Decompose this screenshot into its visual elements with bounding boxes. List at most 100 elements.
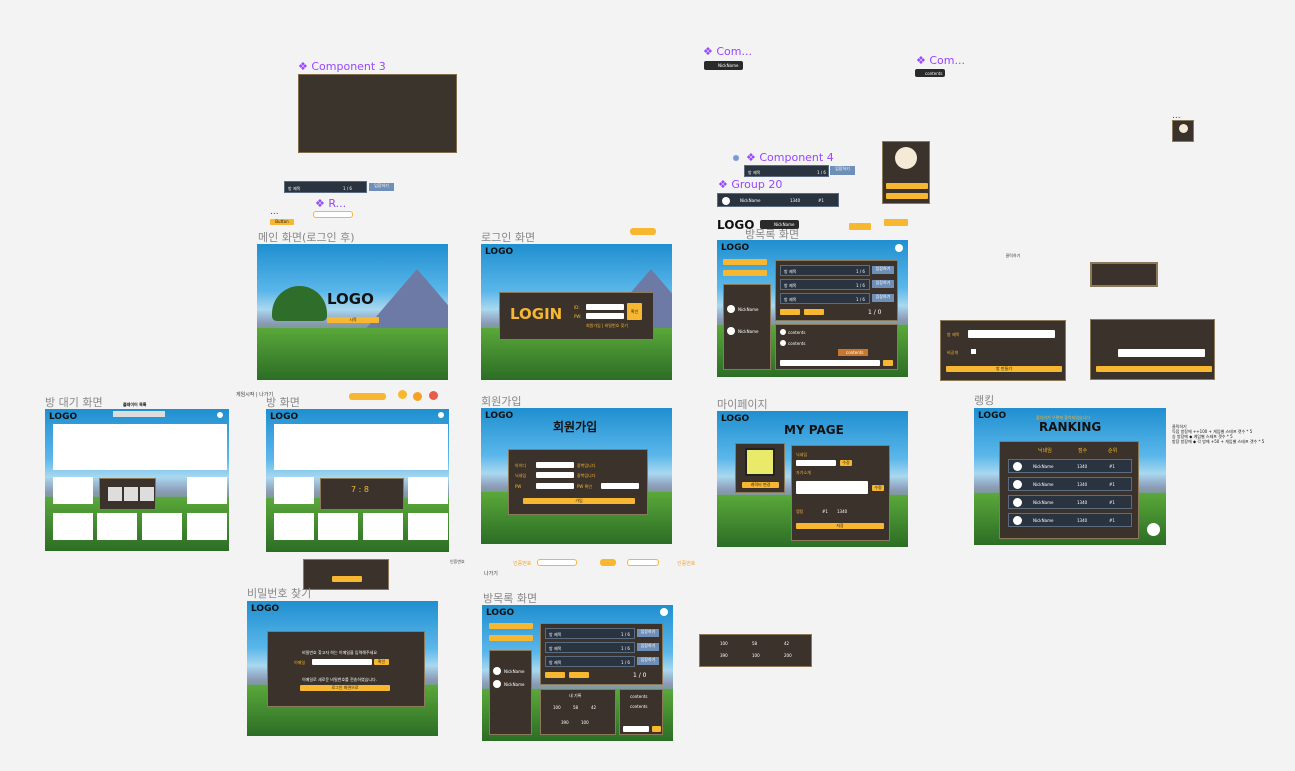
ranking-panel: 닉네임 점수 순위 NickName 1340 #1 NickName 1340 #1 … — [999, 441, 1139, 539]
profile-dot[interactable] — [438, 412, 444, 418]
room-list-btn-2[interactable] — [723, 270, 767, 276]
stats-wins: 100 — [720, 641, 728, 646]
find-pw-back-button[interactable]: 로그인 화면으로 — [300, 685, 390, 691]
group-20-row: NickName 1340 #1 — [717, 193, 839, 207]
outline-button-sample[interactable] — [313, 211, 353, 218]
nickname-chip: NickName — [704, 61, 743, 70]
code-input-2[interactable] — [627, 559, 659, 566]
gb-user-panel: NickName NickName — [489, 650, 532, 735]
ranking-title: RANKING — [1039, 420, 1102, 434]
enter-button[interactable]: 입장하기 — [637, 657, 659, 665]
char-change-button[interactable]: 캐릭터 변경 — [742, 482, 779, 488]
quick-join-button[interactable] — [804, 309, 824, 315]
gb-send-button[interactable] — [652, 726, 661, 732]
signup-pwcheck-input[interactable] — [601, 483, 639, 489]
room-row[interactable]: 방 제목 1 / 6 — [545, 628, 635, 639]
enter-button-sample[interactable]: 입장하기 — [369, 183, 394, 191]
find-pw-line2: 이메일로 새로운 비밀번호를 전송하였습니다. — [302, 677, 378, 682]
stats-draws: 42 — [784, 641, 790, 646]
frame-label-signup: 회원가입 — [481, 395, 522, 408]
room-row-title: 방 제목 — [288, 186, 301, 191]
signup-id-input[interactable] — [536, 462, 574, 468]
find-pw-line1: 비밀번호 찾고자 하는 이메일을 입력해주세요 — [302, 650, 378, 655]
login-links[interactable]: 회원가입 | 비밀번호 찾기 — [586, 323, 628, 329]
profile-btn-1[interactable] — [886, 183, 928, 189]
frame-mypage: LOGO MY PAGE 캐릭터 변경 닉네임 수정 자기소개 수정 랭킹 #1… — [717, 411, 908, 547]
modal-2 — [1090, 319, 1215, 380]
room-row[interactable]: 방 제목 1 / 6 — [780, 265, 870, 276]
component-contents-label: ❖ Com... — [916, 54, 965, 67]
modal-2-input[interactable] — [1118, 349, 1205, 357]
enter-button[interactable]: 입장하기 — [872, 294, 894, 302]
component-4-row[interactable]: 방 제목 1 / 6 — [744, 165, 829, 177]
enter-button[interactable]: 입장하기 — [637, 629, 659, 637]
profile-dot[interactable] — [217, 412, 223, 418]
game-canvas[interactable] — [53, 424, 227, 470]
component-nickname-label: ❖ Com... — [703, 45, 752, 58]
chat-send-button[interactable] — [883, 360, 893, 366]
room-list-rooms-panel: 방 제목 1 / 6 입장하기 방 제목 1 / 6 입장하기 방 제목 1 / 6 … — [775, 260, 898, 321]
enter-button[interactable]: 입장하기 — [872, 280, 894, 288]
room-pagination[interactable]: 1 / 0 — [868, 309, 881, 316]
component-4-enter[interactable]: 입장하기 — [830, 166, 855, 175]
mypage-intro-input[interactable] — [796, 481, 868, 494]
gb-quick-button[interactable] — [569, 672, 589, 678]
pill-start-button[interactable] — [349, 393, 386, 400]
exit-label[interactable]: 나가기 — [484, 570, 498, 577]
signup-pw-input[interactable] — [536, 483, 574, 489]
gb-create-button[interactable] — [545, 672, 565, 678]
login-confirm-button[interactable]: 확인 — [627, 303, 642, 320]
gb-record-panel: 내 기록 100 58 42 390 100 — [540, 689, 616, 735]
profile-dot[interactable] — [895, 244, 903, 252]
yellow-button-sample[interactable] — [849, 223, 871, 230]
signup-submit-button[interactable]: 가입 — [523, 498, 635, 504]
private-checkbox[interactable] — [971, 349, 976, 354]
gb-nick-2: NickName — [504, 682, 525, 687]
login-id-input[interactable] — [586, 304, 624, 310]
room-list-btn-1[interactable] — [723, 259, 767, 265]
profile-btn-2[interactable] — [886, 193, 928, 199]
find-pw-email-input[interactable] — [312, 659, 372, 665]
game-canvas[interactable] — [274, 424, 448, 470]
room-row[interactable]: 방 제목 1 / 6 — [780, 293, 870, 304]
room-row[interactable]: 방 제목 1 / 6 — [545, 642, 635, 653]
main-start-button[interactable]: 시작 — [327, 317, 379, 323]
mypage-intro-change[interactable]: 수정 — [872, 485, 884, 491]
group-20-score: 1340 — [790, 198, 801, 203]
chat-input[interactable] — [780, 360, 880, 366]
mypage-nick-change[interactable]: 수정 — [840, 460, 852, 466]
player-slot — [408, 477, 448, 504]
room-popup-button[interactable] — [332, 576, 362, 582]
code-input[interactable] — [537, 559, 577, 566]
ranking-profile-dot[interactable] — [1147, 523, 1160, 536]
enter-button[interactable]: 입장하기 — [872, 266, 894, 274]
room-row-component[interactable]: 방 제목 1 / 6 — [284, 181, 367, 193]
code-send-button[interactable] — [600, 559, 616, 566]
room-popup — [303, 559, 389, 590]
component-4-count: 1 / 6 — [817, 170, 826, 175]
chat-msg-mine: contents — [838, 349, 868, 356]
find-pw-send-button[interactable]: 확인 — [374, 659, 389, 665]
modal-create-button[interactable]: 방 만들기 — [946, 366, 1062, 372]
create-room-button[interactable] — [780, 309, 800, 315]
room-row[interactable]: 방 제목 1 / 6 — [545, 656, 635, 667]
gb-pagination[interactable]: 1 / 0 — [633, 672, 646, 679]
enter-button[interactable]: 입장하기 — [637, 643, 659, 651]
gb-chat-input[interactable] — [623, 726, 649, 732]
modal-title-input[interactable] — [968, 330, 1055, 338]
find-pw-logo: LOGO — [251, 604, 280, 614]
room-row[interactable]: 방 제목 1 / 6 — [780, 279, 870, 290]
signup-nick-input[interactable] — [536, 472, 574, 478]
gb-btn-2[interactable] — [489, 635, 533, 641]
login-pw-input[interactable] — [586, 313, 624, 319]
button-component[interactable]: Button — [270, 219, 294, 225]
mypage-nick-input[interactable] — [796, 460, 836, 466]
mypage-save-button[interactable]: 저장 — [796, 523, 884, 529]
pill-button-sample[interactable] — [630, 228, 656, 235]
frame-signup: LOGO 회원가입 아이디 중복입니다 닉네임 중복입니다 PW PW 확인 가… — [481, 408, 672, 544]
mypage-rank-label: 랭킹 — [796, 509, 804, 514]
gb-btn-1[interactable] — [489, 623, 533, 629]
profile-dot[interactable] — [660, 608, 668, 616]
modal-2-button[interactable] — [1096, 366, 1212, 372]
yellow-button-sample-2[interactable] — [884, 219, 908, 226]
